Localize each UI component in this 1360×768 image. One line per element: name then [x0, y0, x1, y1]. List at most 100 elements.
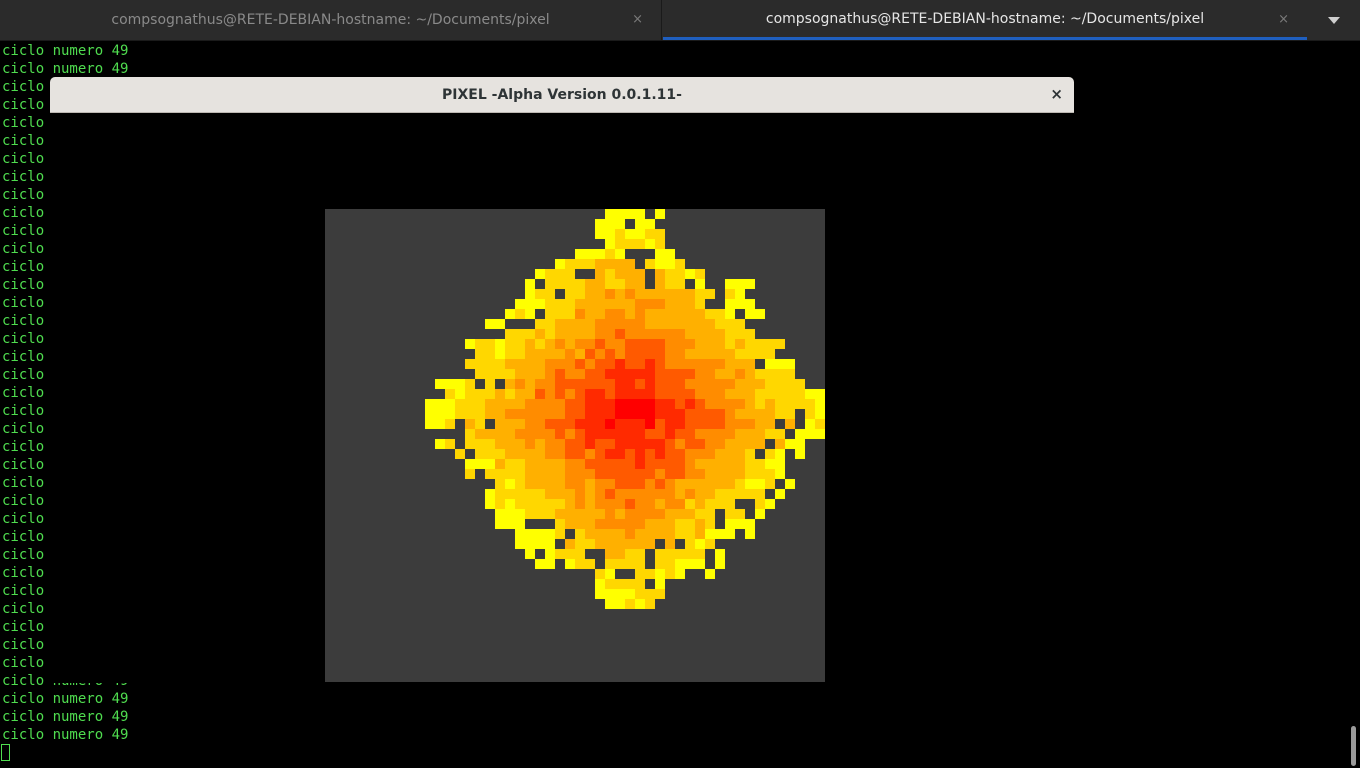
pixel-cell — [695, 299, 705, 309]
pixel-cell — [485, 459, 495, 469]
pixel-cell — [535, 409, 545, 419]
pixel-cell — [605, 299, 615, 309]
pixel-cell — [725, 499, 735, 509]
pixel-cell — [535, 419, 545, 429]
pixel-cell — [655, 519, 665, 529]
pixel-cell — [665, 329, 675, 339]
pixel-cell — [655, 249, 665, 259]
pixel-cell — [695, 529, 705, 539]
pixel-cell — [685, 329, 695, 339]
pixel-cell — [635, 349, 645, 359]
pixel-cell — [755, 379, 765, 389]
pixel-cell — [815, 429, 825, 439]
pixel-cell — [555, 399, 565, 409]
pixel-cell — [645, 589, 655, 599]
pixel-cell — [725, 459, 735, 469]
pixel-cell — [725, 359, 735, 369]
pixel-cell — [705, 539, 715, 549]
pixel-cell — [505, 329, 515, 339]
pixel-cell — [615, 359, 625, 369]
pixel-cell — [635, 239, 645, 249]
pixel-cell — [495, 409, 505, 419]
pixel-cell — [545, 349, 555, 359]
pixel-cell — [605, 279, 615, 289]
pixel-cell — [595, 229, 605, 239]
terminal-line: ciclo numero 49 — [2, 43, 129, 59]
pixel-cell — [655, 469, 665, 479]
pixel-cell — [605, 239, 615, 249]
pixel-cell — [535, 349, 545, 359]
pixel-cell — [675, 309, 685, 319]
pixel-cell — [635, 439, 645, 449]
pixel-cell — [735, 509, 745, 519]
pixel-cell — [675, 389, 685, 399]
pixel-cell — [745, 529, 755, 539]
pixel-cell — [535, 269, 545, 279]
pixel-cell — [545, 429, 555, 439]
scrollbar-thumb[interactable] — [1351, 726, 1356, 766]
pixel-cell — [735, 299, 745, 309]
pixel-cell — [485, 409, 495, 419]
pixel-cell — [685, 429, 695, 439]
pixel-cell — [735, 399, 745, 409]
pixel-cell — [675, 329, 685, 339]
pixel-cell — [775, 459, 785, 469]
pixel-cell — [605, 519, 615, 529]
pixel-cell — [555, 419, 565, 429]
pixel-cell — [565, 549, 575, 559]
pixel-cell — [735, 329, 745, 339]
pixel-cell — [695, 379, 705, 389]
pixel-cell — [535, 439, 545, 449]
pixel-cell — [545, 319, 555, 329]
close-icon[interactable]: × — [1050, 85, 1063, 103]
tab-terminal-1[interactable]: compsognathus@RETE-DEBIAN-hostname: ~/Do… — [0, 0, 662, 40]
close-icon[interactable]: × — [1278, 12, 1289, 27]
pixel-cell — [625, 499, 635, 509]
terminal-line: ciclo — [2, 223, 45, 239]
pixel-cell — [525, 359, 535, 369]
pixel-cell — [595, 409, 605, 419]
pixel-cell — [655, 309, 665, 319]
pixel-cell — [755, 509, 765, 519]
pixel-cell — [605, 569, 615, 579]
pixel-cell — [705, 449, 715, 459]
pixel-cell — [595, 219, 605, 229]
pixel-cell — [585, 429, 595, 439]
terminal-scrollbar[interactable] — [1346, 41, 1360, 768]
pixel-cell — [575, 359, 585, 369]
pixel-cell — [575, 479, 585, 489]
tab-menu-button[interactable] — [1308, 0, 1360, 40]
pixel-canvas[interactable] — [325, 209, 825, 682]
pixel-cell — [565, 559, 575, 569]
pixel-cell — [615, 399, 625, 409]
pixel-cell — [705, 469, 715, 479]
pixel-cell — [735, 479, 745, 489]
pixel-cell — [765, 339, 775, 349]
pixel-cell — [585, 259, 595, 269]
pixel-cell — [635, 539, 645, 549]
pixel-cell — [715, 549, 725, 559]
pixel-cell — [665, 409, 675, 419]
pixel-cell — [435, 419, 445, 429]
pixel-cell — [655, 339, 665, 349]
pixel-cell — [595, 389, 605, 399]
pixel-cell — [515, 419, 525, 429]
close-icon[interactable]: × — [632, 12, 643, 27]
pixel-cell — [575, 549, 585, 559]
pixel-cell — [755, 369, 765, 379]
pixel-cell — [475, 439, 485, 449]
pixel-cell — [805, 409, 815, 419]
pixel-cell — [745, 309, 755, 319]
pixel-cell — [595, 489, 605, 499]
pixel-cell — [615, 379, 625, 389]
window-titlebar[interactable]: PIXEL -Alpha Version 0.0.1.11- × — [50, 77, 1074, 113]
pixel-cell — [445, 399, 455, 409]
pixel-cell — [545, 459, 555, 469]
pixel-cell — [675, 359, 685, 369]
pixel-cell — [575, 389, 585, 399]
pixel-cell — [655, 509, 665, 519]
pixel-cell — [625, 329, 635, 339]
pixel-cell — [765, 359, 775, 369]
tab-terminal-2[interactable]: compsognathus@RETE-DEBIAN-hostname: ~/Do… — [663, 0, 1307, 40]
pixel-art — [425, 209, 825, 609]
